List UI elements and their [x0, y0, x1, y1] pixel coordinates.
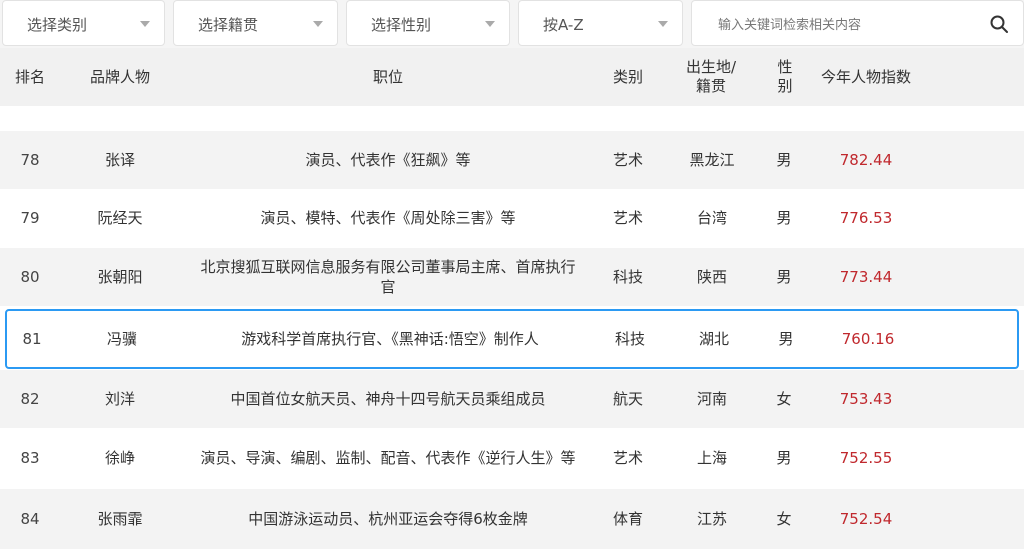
- row-score: 752.54: [839, 510, 893, 528]
- row-origin: 江苏: [696, 510, 727, 528]
- row-score: 773.44: [839, 268, 893, 286]
- row-score: 753.43: [839, 390, 893, 408]
- row-category: 航天: [612, 390, 643, 408]
- row-gender: 男: [778, 330, 794, 348]
- row-name: 刘洋: [104, 390, 135, 408]
- row-gender: 女: [776, 390, 792, 408]
- header-origin: 出生地/籍贯: [685, 58, 737, 95]
- row-gender: 男: [776, 209, 792, 227]
- row-category: 科技: [612, 268, 643, 286]
- row-gender: 男: [776, 151, 792, 169]
- table-row[interactable]: 84 张雨霏 中国游泳运动员、杭州亚运会夺得6枚金牌 体育 江苏 女 752.5…: [0, 489, 1024, 549]
- header-gender: 性别: [777, 58, 793, 95]
- search-icon[interactable]: [989, 14, 1009, 34]
- sort-select-label: 按A-Z: [543, 16, 584, 34]
- row-position: 游戏科学首席执行官、《黑神话:悟空》制作人: [241, 330, 539, 348]
- header-index: 今年人物指数: [820, 67, 911, 86]
- table-row[interactable]: 80 张朝阳 北京搜狐互联网信息服务有限公司董事局主席、首席执行官 科技 陕西 …: [0, 248, 1024, 306]
- chevron-down-icon: [140, 21, 150, 27]
- row-rank: 79: [20, 209, 40, 227]
- sort-select[interactable]: 按A-Z: [518, 0, 683, 46]
- category-select[interactable]: 选择类别: [2, 0, 165, 46]
- row-origin: 陕西: [696, 268, 727, 286]
- row-score: 752.55: [839, 449, 893, 467]
- row-position: 演员、代表作《狂飙》等: [305, 151, 471, 169]
- row-category: 艺术: [612, 449, 643, 467]
- row-origin: 黑龙江: [689, 151, 735, 169]
- row-rank: 80: [20, 268, 40, 286]
- gender-select-label: 选择性别: [371, 16, 432, 34]
- row-origin: 湖北: [698, 330, 729, 348]
- header-name: 品牌人物: [89, 67, 150, 86]
- row-category: 艺术: [612, 151, 643, 169]
- table-row[interactable]: 79 阮经天 演员、模特、代表作《周处除三害》等 艺术 台湾 男 776.53: [0, 189, 1024, 247]
- row-score: 776.53: [839, 209, 893, 227]
- row-origin: 上海: [696, 449, 727, 467]
- search-input[interactable]: [716, 13, 970, 37]
- row-position: 北京搜狐互联网信息服务有限公司董事局主席、首席执行官: [200, 258, 576, 296]
- row-rank: 81: [22, 330, 42, 348]
- row-position: 中国游泳运动员、杭州亚运会夺得6枚金牌: [248, 510, 528, 528]
- header-position: 职位: [372, 67, 403, 86]
- gender-select[interactable]: 选择性别: [346, 0, 510, 46]
- row-name: 张译: [104, 151, 135, 169]
- row-score: 782.44: [839, 151, 893, 169]
- row-category: 体育: [612, 510, 643, 528]
- row-name: 张朝阳: [97, 268, 143, 286]
- search-box: [691, 0, 1024, 46]
- row-origin: 台湾: [696, 209, 727, 227]
- row-position: 演员、模特、代表作《周处除三害》等: [260, 209, 516, 227]
- row-score: 760.16: [841, 330, 895, 348]
- row-gender: 男: [776, 268, 792, 286]
- row-origin: 河南: [696, 390, 727, 408]
- row-name: 冯骥: [106, 330, 137, 348]
- row-rank: 84: [20, 510, 40, 528]
- row-gender: 男: [776, 449, 792, 467]
- row-gender: 女: [776, 510, 792, 528]
- category-select-label: 选择类别: [27, 16, 88, 34]
- chevron-down-icon: [313, 21, 323, 27]
- header-rank: 排名: [14, 67, 45, 86]
- row-name: 阮经天: [97, 209, 143, 227]
- row-name: 张雨霏: [97, 510, 143, 528]
- table-row[interactable]: 83 徐峥 演员、导演、编剧、监制、配音、代表作《逆行人生》等 艺术 上海 男 …: [0, 429, 1024, 487]
- chevron-down-icon: [658, 21, 668, 27]
- chevron-down-icon: [485, 21, 495, 27]
- filter-bar: 选择类别 选择籍贯 选择性别 按A-Z: [0, 0, 1024, 48]
- row-rank: 78: [20, 151, 40, 169]
- origin-select[interactable]: 选择籍贯: [173, 0, 338, 46]
- table-row[interactable]: 82 刘洋 中国首位女航天员、神舟十四号航天员乘组成员 航天 河南 女 753.…: [0, 370, 1024, 428]
- row-rank: 82: [20, 390, 40, 408]
- header-category: 类别: [612, 67, 643, 86]
- table-row[interactable]: 78 张译 演员、代表作《狂飙》等 艺术 黑龙江 男 782.44: [0, 131, 1024, 189]
- row-rank: 83: [20, 449, 40, 467]
- row-position: 演员、导演、编剧、监制、配音、代表作《逆行人生》等: [200, 449, 576, 467]
- table-row-selected[interactable]: 81 冯骥 游戏科学首席执行官、《黑神话:悟空》制作人 科技 湖北 男 760.…: [5, 309, 1019, 369]
- row-position: 中国首位女航天员、神舟十四号航天员乘组成员: [230, 390, 546, 408]
- origin-select-label: 选择籍贯: [198, 16, 259, 34]
- row-category: 科技: [614, 330, 645, 348]
- row-name: 徐峥: [104, 449, 135, 467]
- row-category: 艺术: [612, 209, 643, 227]
- table-header: 排名 品牌人物 职位 类别 出生地/籍贯 性别 今年人物指数: [0, 48, 1024, 106]
